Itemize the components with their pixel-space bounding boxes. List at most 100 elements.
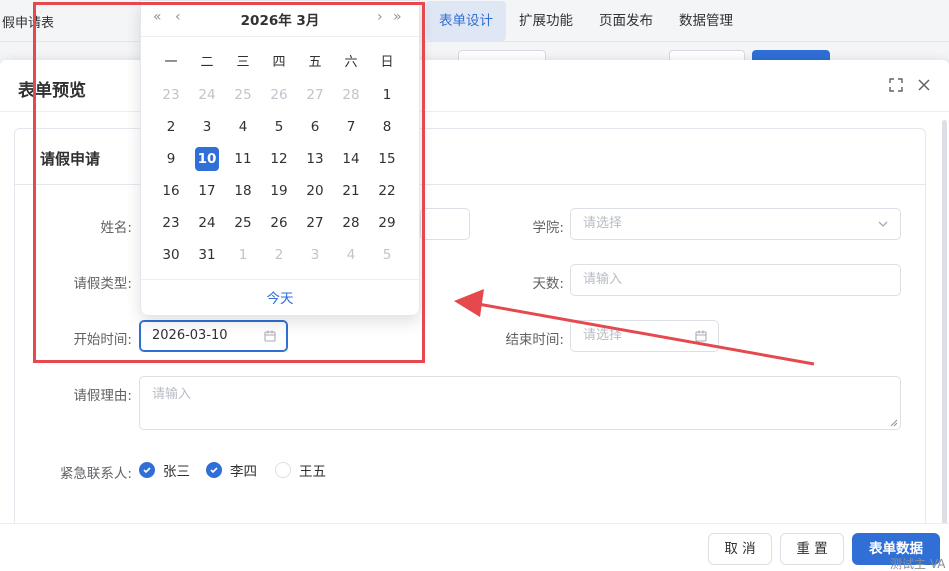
next-month-icon[interactable]: ›: [377, 9, 383, 25]
modal-scrollbar[interactable]: [942, 120, 947, 550]
day-number: 10: [195, 147, 219, 171]
day-number: 9: [166, 151, 176, 167]
day-cell[interactable]: 7: [333, 111, 369, 143]
weekday-label: 五: [308, 55, 322, 70]
day-cell[interactable]: 24: [189, 207, 225, 239]
day-cell[interactable]: 17: [189, 175, 225, 207]
day-cell[interactable]: 1: [369, 79, 405, 111]
day-cell[interactable]: 6: [297, 111, 333, 143]
contact-checkbox-zhangsan[interactable]: 张三: [139, 461, 190, 480]
weekday-label: 日: [380, 55, 394, 70]
contact-name: 王五: [299, 464, 326, 480]
day-cell[interactable]: 2: [261, 239, 297, 271]
day-cell[interactable]: 13: [297, 143, 333, 175]
chevron-down-icon: [878, 221, 888, 227]
day-cell[interactable]: 23: [153, 79, 189, 111]
modal-footer: 取 消 重 置 表单数据: [0, 523, 949, 571]
reset-button[interactable]: 重 置: [780, 533, 844, 565]
calendar-icon: [695, 330, 707, 342]
college-select[interactable]: 请选择: [570, 208, 901, 240]
start-time-label: 开始时间:: [73, 332, 132, 348]
day-cell[interactable]: 27: [297, 207, 333, 239]
day-cell[interactable]: 29: [369, 207, 405, 239]
end-time-placeholder: 请选择: [583, 328, 623, 343]
day-cell[interactable]: 21: [333, 175, 369, 207]
cancel-button[interactable]: 取 消: [708, 533, 772, 565]
day-cell[interactable]: 23: [153, 207, 189, 239]
day-cell[interactable]: 12: [261, 143, 297, 175]
day-cell[interactable]: 18: [225, 175, 261, 207]
day-cell[interactable]: 20: [297, 175, 333, 207]
day-number: 3: [202, 119, 212, 135]
day-cell[interactable]: 25: [225, 207, 261, 239]
day-number: 24: [198, 215, 216, 231]
day-number: 14: [342, 151, 360, 167]
day-cell[interactable]: 28: [333, 207, 369, 239]
day-cell[interactable]: 9: [153, 143, 189, 175]
day-cell[interactable]: 3: [189, 111, 225, 143]
day-cell[interactable]: 5: [369, 239, 405, 271]
emergency-contact-label: 紧急联系人:: [59, 466, 132, 482]
day-cell[interactable]: 2: [153, 111, 189, 143]
day-cell[interactable]: 5: [261, 111, 297, 143]
weekday-label: 二: [200, 55, 214, 70]
reason-textarea[interactable]: 请输入: [139, 376, 901, 430]
nav-extensions[interactable]: 扩展功能: [506, 1, 586, 41]
college-label: 学院:: [532, 220, 564, 236]
close-icon[interactable]: [915, 76, 933, 94]
day-number: 4: [238, 119, 248, 135]
resize-grip-icon[interactable]: [890, 419, 898, 427]
name-label: 姓名:: [100, 220, 132, 236]
day-number: 20: [306, 183, 324, 199]
day-cell[interactable]: 30: [153, 239, 189, 271]
day-number: 5: [382, 247, 392, 263]
day-number: 22: [378, 183, 396, 199]
next-year-icon[interactable]: »: [393, 9, 402, 25]
nav-form-design[interactable]: 表单设计: [426, 1, 506, 41]
day-cell[interactable]: 1: [225, 239, 261, 271]
day-cell[interactable]: 19: [261, 175, 297, 207]
day-cell[interactable]: 8: [369, 111, 405, 143]
end-time-input[interactable]: 请选择: [570, 320, 719, 352]
day-number: 30: [162, 247, 180, 263]
day-cell[interactable]: 31: [189, 239, 225, 271]
day-cell[interactable]: 26: [261, 207, 297, 239]
day-cell[interactable]: 4: [333, 239, 369, 271]
days-input[interactable]: 请输入: [570, 264, 901, 296]
day-cell[interactable]: 22: [369, 175, 405, 207]
day-cell[interactable]: 15: [369, 143, 405, 175]
date-picker-header: « ‹ 2026年 3月 › »: [141, 1, 419, 37]
nav-data-management[interactable]: 数据管理: [666, 1, 746, 41]
day-number: 4: [346, 247, 356, 263]
day-cell[interactable]: 11: [225, 143, 261, 175]
day-number: 12: [270, 151, 288, 167]
college-placeholder: 请选择: [583, 216, 623, 231]
name-input[interactable]: [420, 208, 470, 240]
day-number: 1: [238, 247, 248, 263]
calendar-icon: [264, 330, 276, 342]
days-placeholder: 请输入: [583, 272, 623, 287]
day-cell[interactable]: 14: [333, 143, 369, 175]
day-cell[interactable]: 24: [189, 79, 225, 111]
day-cell[interactable]: 27: [297, 79, 333, 111]
day-cell[interactable]: 3: [297, 239, 333, 271]
day-cell[interactable]: 28: [333, 79, 369, 111]
day-number: 1: [382, 87, 392, 103]
day-number: 25: [234, 87, 252, 103]
weekday-label: 一: [164, 55, 178, 70]
day-number: 17: [198, 183, 216, 199]
nav-page-publish[interactable]: 页面发布: [586, 1, 666, 41]
fullscreen-icon[interactable]: [887, 76, 905, 94]
start-time-input[interactable]: 2026-03-10: [139, 320, 288, 352]
day-cell-selected[interactable]: 10: [189, 143, 225, 175]
today-button[interactable]: 今天: [141, 279, 419, 316]
day-cell[interactable]: 26: [261, 79, 297, 111]
contact-checkbox-lisi[interactable]: 李四: [206, 461, 257, 480]
weekday-label: 四: [272, 55, 286, 70]
day-cell[interactable]: 16: [153, 175, 189, 207]
contact-checkbox-wangwu[interactable]: 王五: [275, 461, 326, 480]
day-cell[interactable]: 25: [225, 79, 261, 111]
day-number: 27: [306, 87, 324, 103]
end-time-label: 结束时间:: [505, 332, 564, 348]
day-cell[interactable]: 4: [225, 111, 261, 143]
